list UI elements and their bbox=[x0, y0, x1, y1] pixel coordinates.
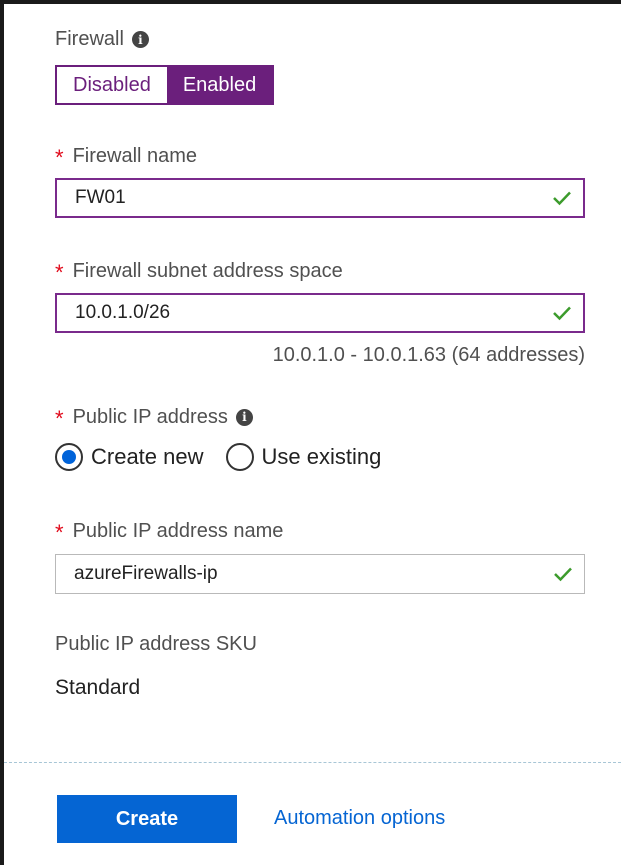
required-asterisk: * bbox=[55, 145, 64, 170]
public-ip-label: Public IP address bbox=[72, 405, 228, 428]
required-asterisk: * bbox=[55, 406, 64, 431]
firewall-name-label: Firewall name bbox=[72, 144, 198, 167]
info-icon[interactable]: i bbox=[235, 408, 253, 426]
create-new-radio[interactable] bbox=[55, 443, 83, 471]
firewall-enabled-option[interactable]: Enabled bbox=[166, 67, 273, 103]
use-existing-label[interactable]: Use existing bbox=[262, 444, 382, 470]
firewall-name-input[interactable] bbox=[57, 179, 551, 217]
firewall-toggle: Disabled Enabled bbox=[55, 65, 275, 105]
checkmark-icon bbox=[552, 563, 574, 585]
radio-selected-dot bbox=[62, 450, 76, 464]
use-existing-radio[interactable] bbox=[225, 443, 254, 471]
firewall-name-field[interactable] bbox=[55, 178, 585, 218]
window-frame-top bbox=[0, 0, 621, 4]
sku-label: Public IP address SKU bbox=[55, 633, 257, 656]
subnet-input[interactable] bbox=[57, 294, 551, 332]
checkmark-icon bbox=[551, 187, 573, 209]
info-icon[interactable]: i bbox=[131, 31, 149, 48]
required-asterisk: * bbox=[55, 520, 64, 545]
automation-options-link[interactable]: Automation options bbox=[274, 807, 445, 830]
subnet-range-hint: 10.0.1.0 - 10.0.1.63 (64 addresses) bbox=[272, 344, 585, 366]
public-ip-name-field[interactable] bbox=[55, 554, 585, 594]
subnet-field[interactable] bbox=[55, 293, 585, 333]
footer-divider bbox=[4, 762, 621, 763]
firewall-label: Firewall bbox=[55, 28, 124, 50]
public-ip-name-label-row: * Public IP address name bbox=[55, 518, 284, 546]
public-ip-radio-group: Create new Use existing bbox=[55, 443, 403, 471]
sku-label-text: Public IP address SKU bbox=[55, 633, 257, 655]
public-ip-name-label: Public IP address name bbox=[72, 519, 284, 542]
checkmark-icon bbox=[551, 302, 573, 324]
public-ip-label-row: * Public IP address i bbox=[55, 404, 253, 431]
create-button[interactable]: Create bbox=[57, 795, 237, 843]
public-ip-name-input[interactable] bbox=[56, 554, 552, 594]
firewall-name-label-row: * Firewall name bbox=[55, 143, 198, 171]
sku-value: Standard bbox=[55, 676, 141, 699]
firewall-label-row: Firewall i bbox=[55, 28, 149, 51]
create-new-label[interactable]: Create new bbox=[91, 444, 204, 470]
subnet-label-row: * Firewall subnet address space bbox=[55, 258, 343, 286]
window-frame-left bbox=[0, 0, 4, 865]
required-asterisk: * bbox=[55, 260, 64, 285]
firewall-disabled-option[interactable]: Disabled bbox=[57, 67, 167, 103]
subnet-label: Firewall subnet address space bbox=[72, 259, 343, 282]
